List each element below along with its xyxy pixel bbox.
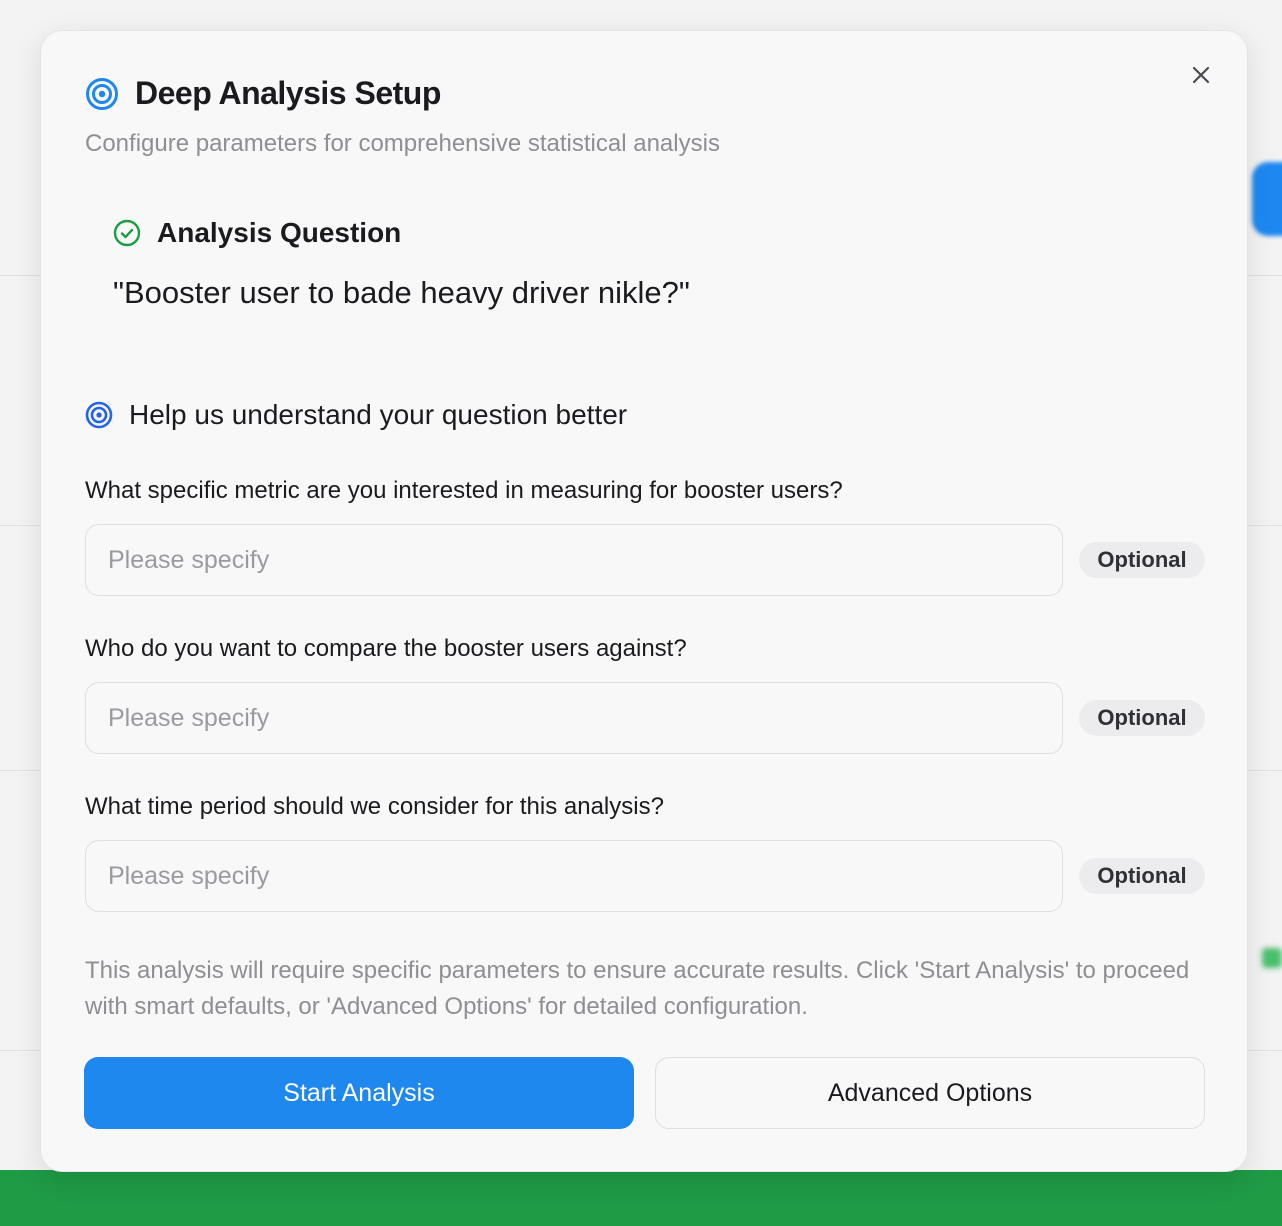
deep-analysis-modal: Deep Analysis Setup Configure parameters… (40, 30, 1248, 1172)
check-circle-icon (113, 219, 141, 247)
start-analysis-button[interactable]: Start Analysis (84, 1057, 634, 1129)
question-block: Who do you want to compare the booster u… (85, 635, 1205, 754)
analysis-question-text: "Booster user to bade heavy driver nikle… (113, 275, 690, 310)
close-button[interactable] (1185, 59, 1217, 91)
info-note: This analysis will require specific para… (85, 957, 1190, 1020)
close-icon (1192, 66, 1210, 84)
background-button (1252, 162, 1282, 236)
modal-header: Deep Analysis Setup Configure parameters… (85, 75, 720, 158)
analysis-question-section: Analysis Question "Booster user to bade … (113, 217, 690, 311)
background-results-bar (0, 1170, 1282, 1226)
modal-title: Deep Analysis Setup (135, 75, 441, 111)
question-block: What specific metric are you interested … (85, 477, 1205, 596)
background-status-dot (1262, 948, 1282, 968)
target-icon (85, 401, 113, 429)
time-period-input[interactable] (85, 840, 1063, 912)
modal-subtitle: Configure parameters for comprehensive s… (85, 130, 720, 157)
question-block: What time period should we consider for … (85, 793, 1205, 912)
metric-input[interactable] (85, 524, 1063, 596)
clarify-heading: Help us understand your question better (129, 399, 628, 430)
optional-badge: Optional (1079, 700, 1205, 736)
target-icon (86, 77, 118, 110)
question-label: Who do you want to compare the booster u… (85, 635, 687, 662)
optional-badge: Optional (1079, 858, 1205, 894)
optional-badge: Optional (1079, 542, 1205, 578)
advanced-options-button[interactable]: Advanced Options (655, 1057, 1205, 1129)
comparison-group-input[interactable] (85, 682, 1063, 754)
question-label: What time period should we consider for … (85, 793, 664, 820)
clarify-section-header: Help us understand your question better (85, 399, 627, 431)
question-label: What specific metric are you interested … (85, 477, 843, 504)
analysis-question-heading: Analysis Question (157, 217, 402, 248)
